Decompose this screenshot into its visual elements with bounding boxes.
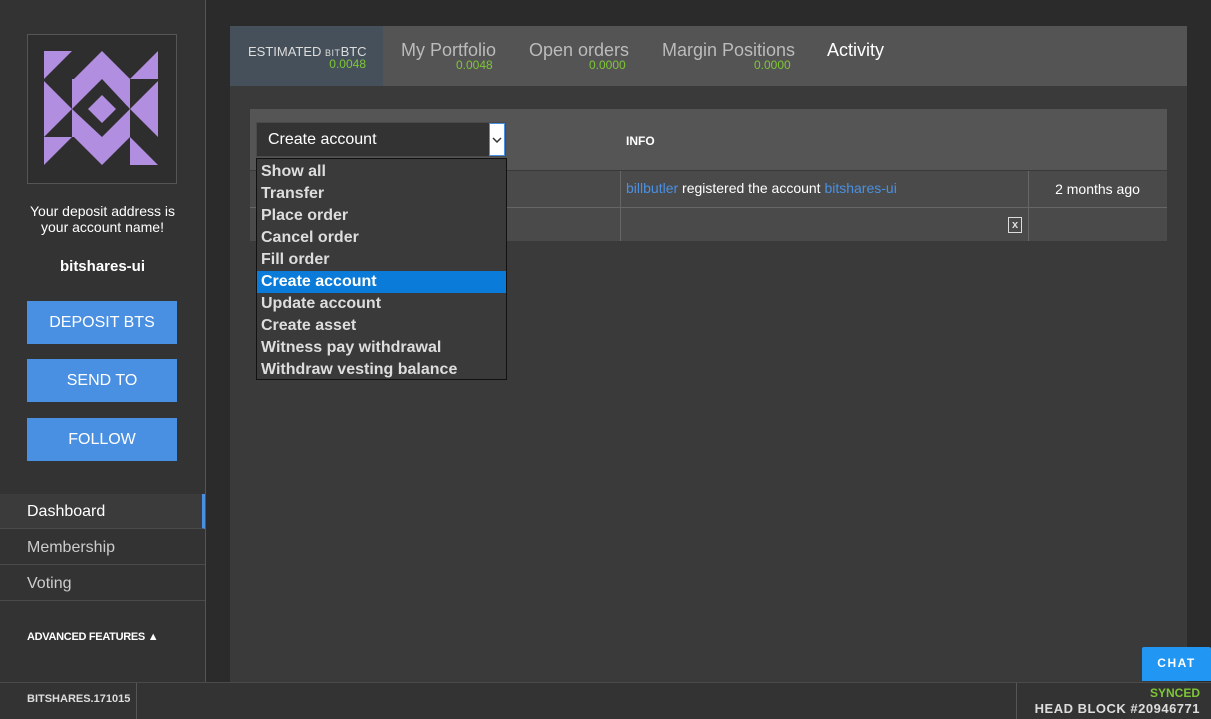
tab-bar: ESTIMATED BITBTC 0.0048 My Portfolio 0.0… <box>230 26 1187 86</box>
version-label: BITSHARES.171015 <box>27 693 131 705</box>
filter-option-create-asset[interactable]: Create asset <box>257 315 506 337</box>
filter-option-transfer[interactable]: Transfer <box>257 183 506 205</box>
account-link[interactable]: bitshares-ui <box>824 180 896 196</box>
filter-dropdown-list: Show all Transfer Place order Cancel ord… <box>256 158 507 380</box>
filter-option-withdraw-vesting-balance[interactable]: Withdraw vesting balance <box>257 359 506 381</box>
cell-divider <box>620 171 621 207</box>
filter-option-update-account[interactable]: Update account <box>257 293 506 315</box>
excel-icon[interactable]: x <box>1008 217 1022 233</box>
send-to-button[interactable]: SEND TO <box>27 359 177 402</box>
identicon-pattern-icon <box>44 51 158 165</box>
nav-membership[interactable]: Membership <box>0 530 205 565</box>
estimated-value: 0.0048 <box>329 57 366 71</box>
deposit-address-note: Your deposit address is your account nam… <box>0 203 205 235</box>
nav-dashboard[interactable]: Dashboard <box>0 494 205 529</box>
filter-option-place-order[interactable]: Place order <box>257 205 506 227</box>
info-column-header: INFO <box>626 134 655 148</box>
estimated-label-main: ESTIMATED <box>248 44 326 59</box>
user-link[interactable]: billbutler <box>626 180 678 196</box>
row-action-text: registered the account <box>678 180 825 196</box>
activity-filter-select[interactable]: Create account <box>256 122 506 157</box>
sync-status: SYNCED <box>1149 686 1200 700</box>
row-time: 2 months ago <box>1055 181 1140 197</box>
cell-divider <box>1028 208 1029 241</box>
tab-activity[interactable]: Activity <box>827 40 884 61</box>
nav-voting[interactable]: Voting <box>0 566 205 601</box>
filter-option-cancel-order[interactable]: Cancel order <box>257 227 506 249</box>
chat-button[interactable]: CHAT <box>1142 647 1211 681</box>
account-identicon <box>27 34 177 184</box>
filter-option-fill-order[interactable]: Fill order <box>257 249 506 271</box>
sidebar: Your deposit address is your account nam… <box>0 0 206 682</box>
filter-selected-value: Create account <box>268 131 377 148</box>
advanced-features-toggle[interactable]: ADVANCED FEATURES ▲ <box>27 631 159 643</box>
tab-my-portfolio-value: 0.0048 <box>456 58 493 72</box>
row-info: billbutler registered the account bitsha… <box>626 180 897 196</box>
footer-bar: BITSHARES.171015 SYNCED HEAD BLOCK #2094… <box>0 682 1211 719</box>
filter-option-witness-pay-withdrawal[interactable]: Witness pay withdrawal <box>257 337 506 359</box>
chevron-down-icon[interactable] <box>489 123 505 156</box>
filter-option-create-account[interactable]: Create account <box>257 271 506 293</box>
footer-divider <box>136 683 137 719</box>
tab-open-orders-value: 0.0000 <box>589 58 626 72</box>
filter-option-show-all[interactable]: Show all <box>257 161 506 183</box>
deposit-note-line1: Your deposit address is <box>29 203 176 219</box>
footer-divider <box>1016 683 1017 719</box>
follow-button[interactable]: FOLLOW <box>27 418 177 461</box>
deposit-button[interactable]: DEPOSIT BTS <box>27 301 177 344</box>
deposit-note-line2: your account name! <box>41 219 164 235</box>
estimated-value-box: ESTIMATED BITBTC 0.0048 <box>230 26 383 86</box>
head-block: HEAD BLOCK #20946771 <box>1034 701 1200 716</box>
tab-margin-positions-value: 0.0000 <box>754 58 791 72</box>
account-name: bitshares-ui <box>59 258 146 275</box>
cell-divider <box>620 208 621 241</box>
